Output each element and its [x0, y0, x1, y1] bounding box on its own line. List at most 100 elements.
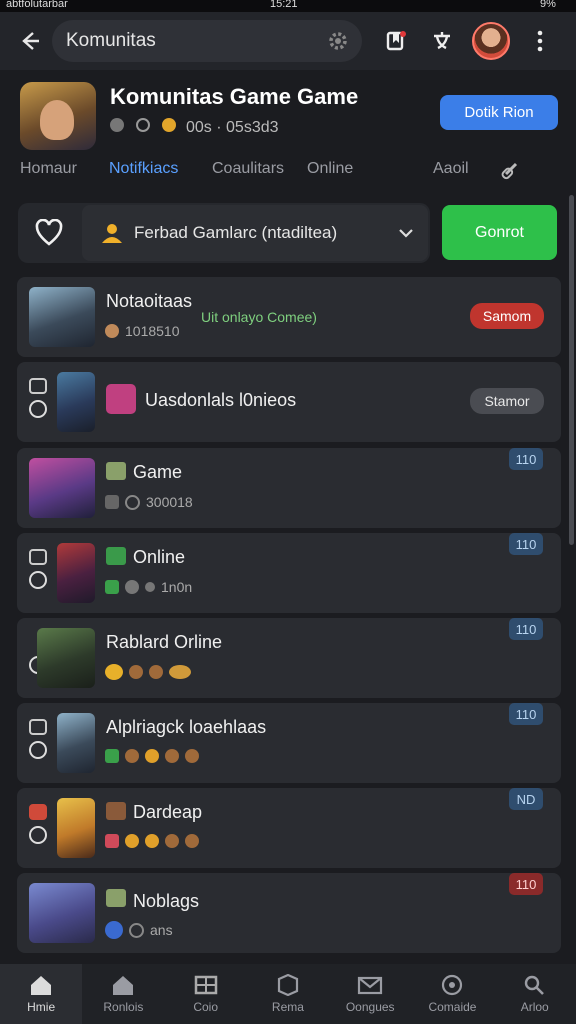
list-item[interactable]: Rablard Orline 110: [17, 618, 561, 698]
clock-icon: [129, 922, 144, 938]
item-sub: ans: [105, 921, 173, 939]
circle-icon: [29, 741, 47, 759]
grid-icon: [106, 802, 126, 820]
item-sub-text: ans: [150, 922, 173, 938]
home-icon: [31, 976, 52, 995]
list-item[interactable]: Online 1n0n 110: [17, 533, 561, 613]
list-item[interactable]: Dardeap ND: [17, 788, 561, 868]
sword-icon: [105, 495, 119, 509]
user-icon: [102, 224, 122, 243]
badge-icon: [105, 324, 119, 338]
tab-coaulitars[interactable]: Coaulitars: [212, 160, 284, 178]
circle-icon: [29, 826, 47, 844]
status-badge[interactable]: Stamor: [470, 388, 544, 414]
coin-icon: [165, 834, 179, 848]
back-arrow-icon: [22, 32, 39, 50]
back-button[interactable]: [12, 23, 48, 59]
item-name: Notaoitaas: [106, 291, 193, 311]
item-thumbnail: [29, 883, 95, 943]
house-icon: [106, 547, 126, 565]
coin-icon: [185, 834, 199, 848]
nav-ronlois[interactable]: Ronlois: [82, 964, 164, 1024]
status-time: 15:21: [270, 0, 298, 10]
blue-icon: [105, 921, 123, 939]
search-field[interactable]: Komunitas: [52, 20, 362, 62]
tab-aaoil[interactable]: Aaoil: [433, 160, 469, 178]
status-battery: 9%: [540, 0, 556, 10]
tab-online[interactable]: Online: [307, 160, 353, 178]
list-item[interactable]: Game 300018 110: [17, 448, 561, 528]
side-icons: [29, 719, 49, 759]
item-sub: 1n0n: [105, 579, 192, 595]
filter-bar: Ferbad Gamlarc (ntadiltea): [18, 203, 430, 263]
scrollbar[interactable]: [569, 195, 574, 545]
coin-icon: [149, 665, 163, 679]
status-badge[interactable]: Samom: [470, 303, 544, 329]
link-icon[interactable]: [500, 160, 524, 185]
more-vertical-icon[interactable]: [524, 25, 556, 57]
header-meta: 00s · 05s3d3: [108, 116, 279, 139]
tab-homaur[interactable]: Homaur: [20, 160, 77, 178]
item-name: Rablard Orline: [106, 632, 223, 652]
filter-dropdown[interactable]: Ferbad Gamlarc (ntadiltea): [82, 205, 428, 261]
bottom-nav: Hmie Ronlois Coio Rema Oongues Comaide A…: [0, 964, 576, 1024]
side-icons: [29, 378, 49, 418]
nav-label: Comaide: [428, 1000, 477, 1014]
bookmark-icon[interactable]: [380, 25, 412, 57]
coin-icon: [145, 834, 159, 848]
item-name: Game: [133, 462, 183, 482]
grid-icon: [106, 462, 126, 480]
item-thumbnail: [57, 798, 95, 858]
grid-icon: [194, 975, 217, 995]
list-item[interactable]: Notaoitaas 1018510 Uit onlayo Comee) Sam…: [17, 277, 561, 357]
tab-notifications[interactable]: Notifkiacs: [109, 160, 178, 178]
coin-icon: [125, 749, 139, 763]
connect-button[interactable]: Gonrot: [442, 205, 557, 260]
tool-icon: [108, 116, 126, 139]
chevron-down-icon: [399, 229, 413, 238]
nav-arloo[interactable]: Arloo: [494, 964, 576, 1024]
nav-coio[interactable]: Coio: [165, 964, 247, 1024]
box-icon: [277, 974, 299, 996]
nav-label: Arloo: [520, 1000, 549, 1014]
coin-icon: [145, 749, 159, 763]
nav-comaide[interactable]: Comaide: [411, 964, 493, 1024]
item-sub: [105, 749, 199, 763]
chart-icon: [29, 549, 47, 565]
nav-home[interactable]: Hmie: [0, 964, 83, 1024]
nav-rema[interactable]: Rema: [247, 964, 329, 1024]
avatar[interactable]: [472, 22, 510, 60]
list-item[interactable]: Noblags ans 110: [17, 873, 561, 953]
heart-icon: [35, 219, 63, 246]
item-sub: [105, 664, 191, 680]
square-icon: [29, 378, 47, 394]
item-name: Noblags: [133, 891, 200, 911]
nav-label: Ronlois: [103, 1000, 144, 1014]
list-item[interactable]: Alplriagck loaehlaas 110: [17, 703, 561, 783]
red-square-icon: [29, 804, 47, 820]
coin-icon: [442, 974, 463, 996]
coin-icon: [129, 665, 143, 679]
heart-icon: [105, 664, 123, 680]
circle-icon: [29, 400, 47, 418]
item-sub: 300018: [105, 494, 193, 510]
grid-icon: [106, 889, 126, 907]
gear-icon[interactable]: [326, 29, 350, 53]
nav-oongues[interactable]: Oongues: [329, 964, 411, 1024]
translate-icon[interactable]: [426, 25, 458, 57]
coin-icon: [165, 749, 179, 763]
status-bar: abtfolutarbar 15:21 9%: [0, 0, 576, 12]
circle-icon: [29, 571, 47, 589]
item-thumbnail: [57, 713, 95, 773]
primary-action-button[interactable]: Dotik Rion: [440, 95, 558, 130]
nav-label: Coio: [193, 1000, 218, 1014]
list-item[interactable]: Uasdonlals l0nieos Stamor: [17, 362, 561, 442]
count-tag: 110: [509, 618, 543, 640]
mail-icon: [358, 976, 383, 995]
red-icon: [105, 834, 119, 848]
count-tag: 110: [509, 703, 543, 725]
green-icon: [105, 749, 119, 763]
item-sub: 1018510: [105, 323, 180, 339]
item-sub-text: 300018: [146, 494, 193, 510]
favorite-button[interactable]: [18, 203, 80, 263]
